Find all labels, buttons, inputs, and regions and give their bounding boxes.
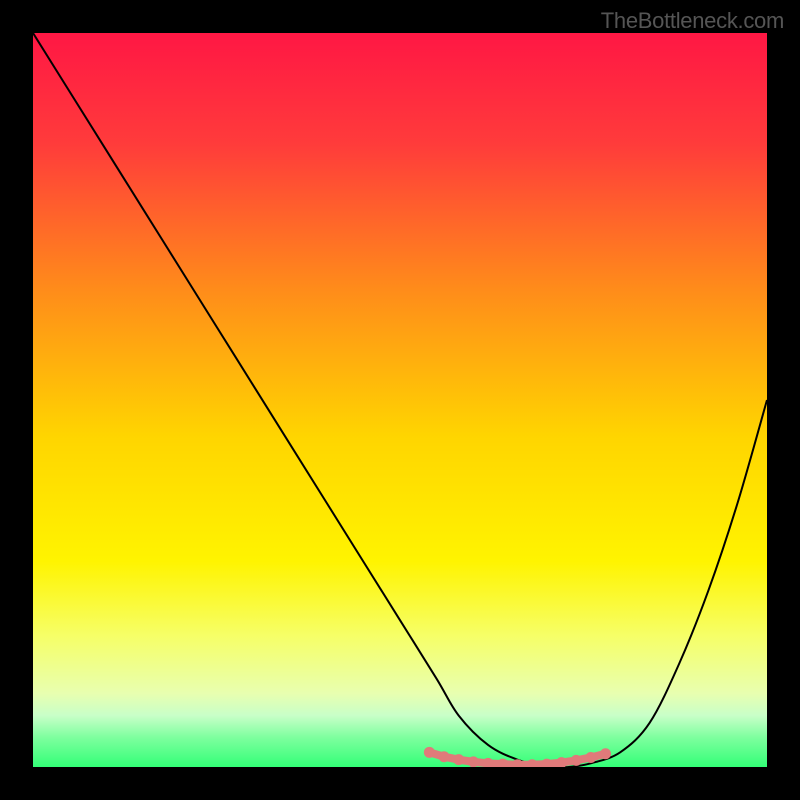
highlight-band-point	[424, 747, 435, 758]
highlight-band-point	[527, 759, 538, 767]
highlight-band-point	[497, 759, 508, 767]
highlight-band-point	[453, 754, 464, 765]
bottleneck-curve-line	[33, 33, 767, 767]
highlight-band-point	[468, 756, 479, 767]
highlight-band-point	[585, 752, 596, 763]
highlight-band	[424, 747, 611, 767]
watermark-text: TheBottleneck.com	[601, 8, 784, 34]
highlight-band-point	[439, 751, 450, 762]
highlight-band-point	[571, 755, 582, 766]
chart-container: TheBottleneck.com	[0, 0, 800, 800]
plot-area	[33, 33, 767, 767]
highlight-band-point	[600, 748, 611, 759]
curve-layer	[33, 33, 767, 767]
